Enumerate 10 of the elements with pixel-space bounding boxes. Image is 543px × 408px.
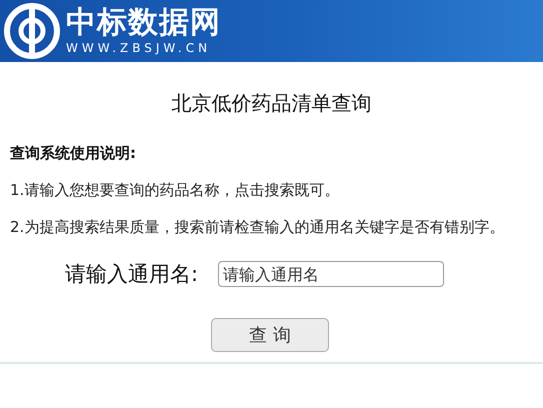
search-button[interactable]: 查 询: [211, 318, 329, 352]
instructions-heading: 查询系统使用说明:: [10, 143, 137, 164]
search-field[interactable]: 请输入通用名: [218, 261, 444, 287]
site-url: WWW.ZBSJW.CN: [66, 40, 212, 56]
logo-icon: [4, 3, 60, 59]
instruction-text: 1.请输入您想要查询的药品名称，点击搜索既可。: [10, 180, 340, 201]
instruction-text: 2.为提高搜索结果质量，搜索前请检查输入的通用名关键字是否有错别字。: [10, 217, 506, 238]
search-label: 请输入通用名:: [65, 261, 198, 288]
page-title: 北京低价药品清单查询: [170, 90, 372, 117]
site-name: 中标数据网: [66, 6, 221, 40]
